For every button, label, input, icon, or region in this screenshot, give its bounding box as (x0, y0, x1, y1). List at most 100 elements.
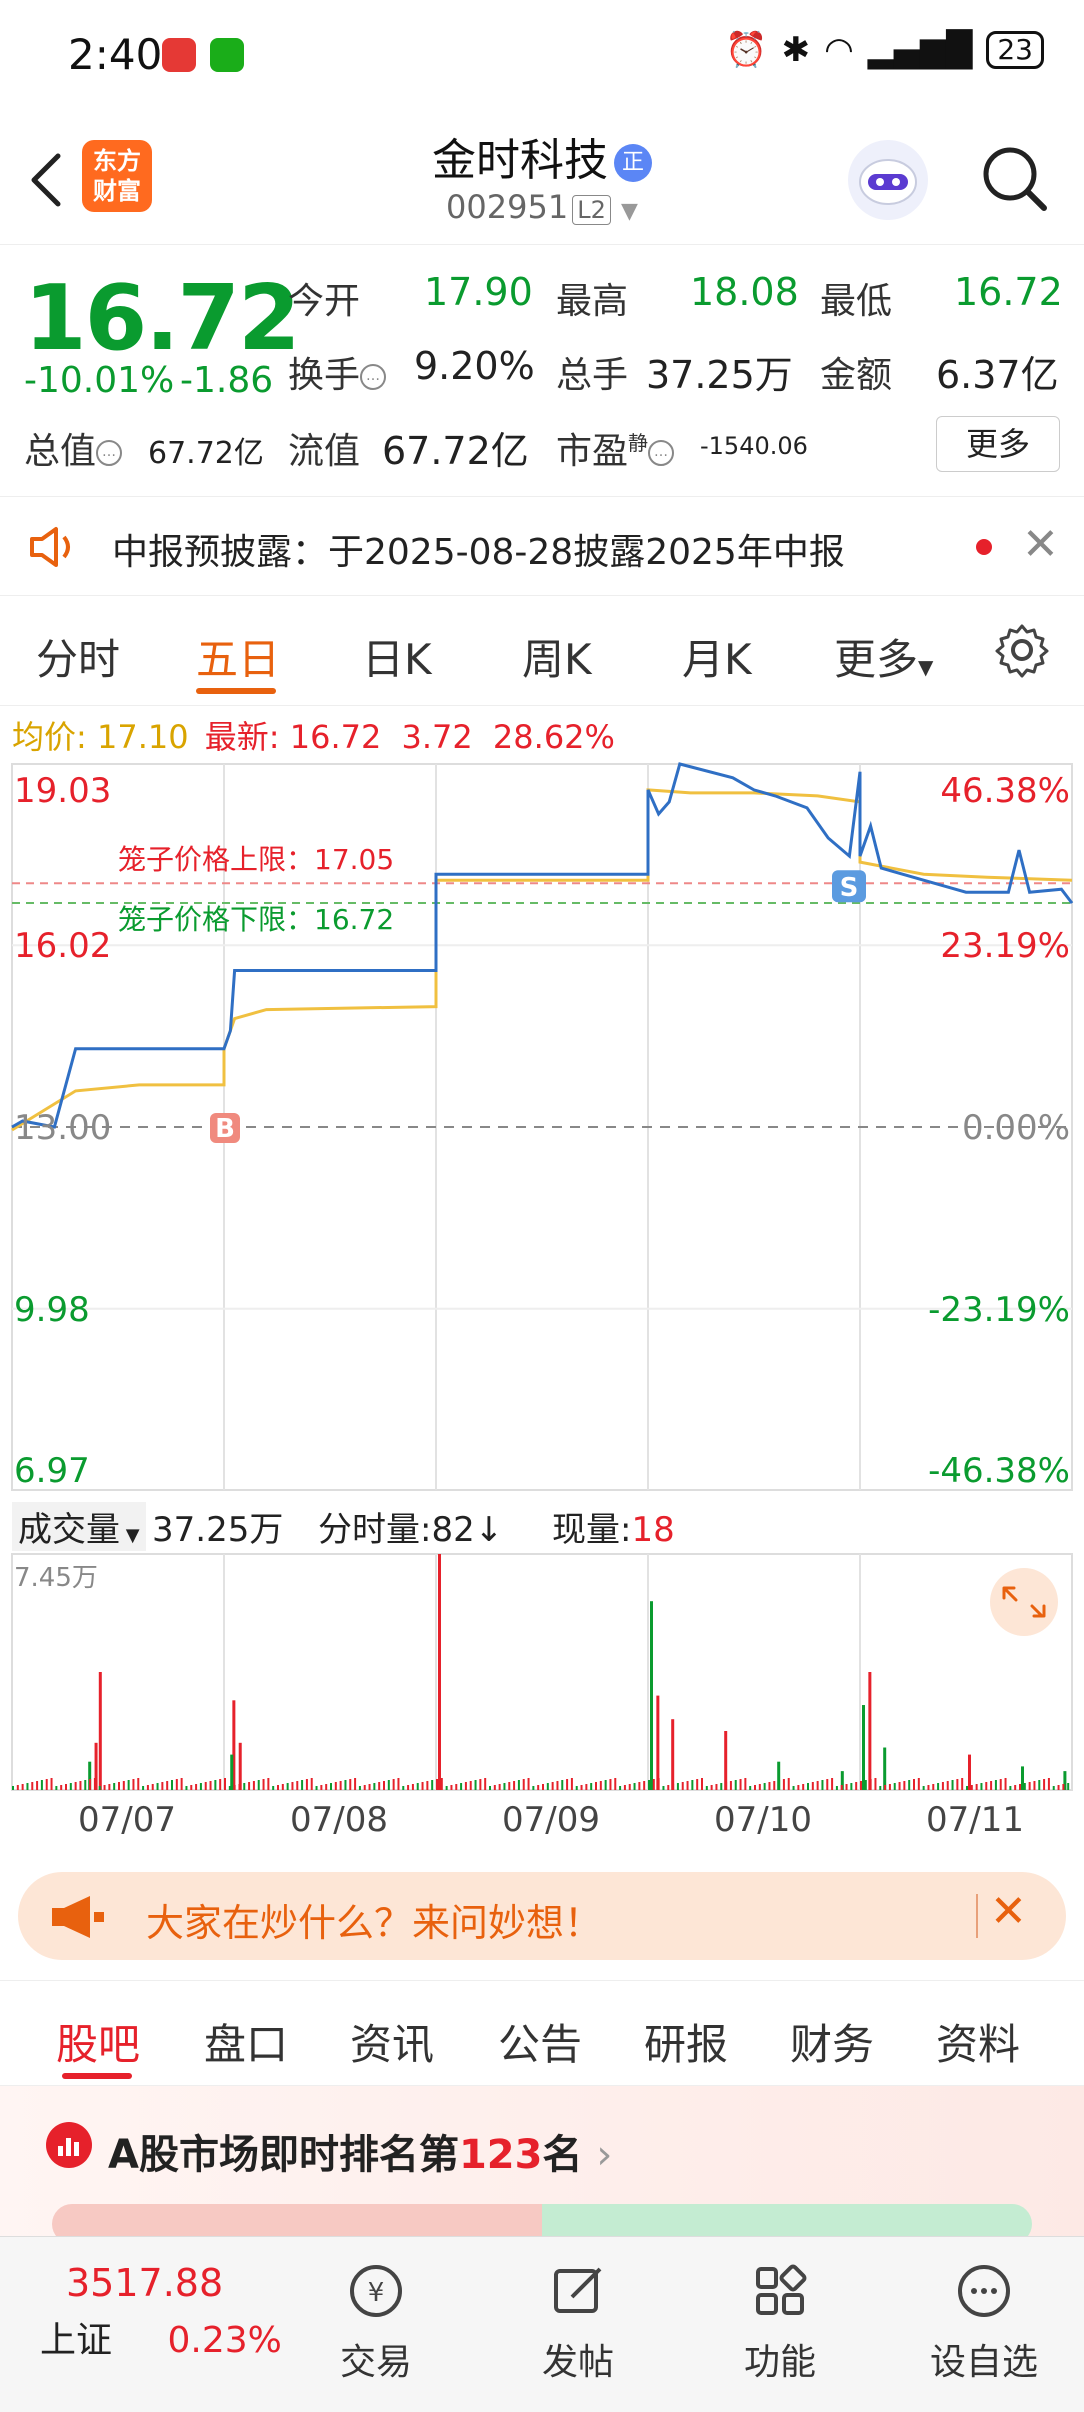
five-day-price-chart[interactable]: BS 笼子价格上限：17.05笼子价格下限：16.7219.03 46.38%16… (0, 762, 1084, 1492)
close-icon[interactable]: ✕ (990, 1886, 1027, 1937)
volume-bar (614, 1778, 617, 1790)
volume-bar (855, 1782, 858, 1790)
tab-more[interactable]: 更多▼ (834, 626, 933, 687)
tab-news[interactable]: 资讯 (350, 2011, 434, 2072)
nav-trade[interactable]: ¥ 交易 (296, 2237, 456, 2412)
float-value: 67.72亿 (382, 429, 529, 473)
tab-monthly-k[interactable]: 月K (682, 626, 752, 687)
volume-bar (648, 1780, 650, 1790)
info-icon[interactable]: … (96, 440, 123, 466)
volume-bar (835, 1786, 838, 1790)
close-icon[interactable]: ✕ (1022, 519, 1059, 570)
notice-text: 中报预披露：于2025-08-28披露2025年中报 (112, 532, 845, 573)
nav-add-watchlist[interactable]: 设自选 (904, 2237, 1064, 2412)
status-bar: 2:40 ⏰ ✱ ◠ ▂▄▆█ 23 (0, 0, 1084, 110)
volume-bar (840, 1785, 843, 1790)
volume-bar (98, 1672, 102, 1790)
market-rank-card[interactable]: A股市场即时排名第123名 › (0, 2086, 1084, 2244)
tab-forum[interactable]: 股吧 (56, 2011, 140, 2072)
volume-bar (214, 1780, 217, 1790)
volume-selector[interactable]: 成交量 ▼ (12, 1502, 146, 1551)
signal-icon: ▂▄▆█ (867, 30, 973, 70)
volume-bar (243, 1783, 246, 1790)
search-icon[interactable] (980, 144, 1050, 214)
active-tab-indicator (196, 688, 276, 694)
megaphone-icon (52, 1896, 104, 1938)
tab-announcements[interactable]: 公告 (498, 2011, 582, 2072)
cage-lower-label: 笼子价格下限：16.72 (118, 903, 394, 936)
volume-bar (493, 1785, 496, 1790)
nav-functions[interactable]: 功能 (700, 2237, 860, 2412)
tab-daily-k[interactable]: 日K (362, 626, 432, 687)
quote-panel: 16.72 -10.01% -1.86 今开 17.90 最高 18.08 最低… (0, 246, 1084, 494)
tab-research[interactable]: 研报 (644, 2011, 728, 2072)
volume-bar (1067, 1783, 1070, 1790)
y-axis-label: 6.97 (14, 1451, 90, 1491)
tab-finance[interactable]: 财务 (790, 2011, 874, 2072)
nav-post[interactable]: 发帖 (498, 2237, 658, 2412)
high-value: 18.08 (690, 270, 799, 314)
volume-bar (782, 1779, 785, 1790)
volume-bar (1043, 1779, 1046, 1790)
volume-bar (999, 1779, 1002, 1790)
volume-bar (968, 1754, 971, 1790)
info-icon[interactable]: … (360, 364, 387, 390)
volume-bar (590, 1783, 593, 1790)
battery-icon: 23 (986, 31, 1044, 69)
volume-bar (980, 1783, 983, 1790)
ai-promo-banner[interactable]: 大家在炒什么？来问妙想！ ✕ (18, 1872, 1066, 1960)
tab-five-day[interactable]: 五日 (196, 626, 280, 687)
more-button[interactable]: 更多 (936, 416, 1060, 472)
settings-gear-icon[interactable] (994, 622, 1050, 678)
volume-bar (233, 1785, 236, 1790)
volume-bar (36, 1781, 39, 1790)
volume-bar (701, 1778, 703, 1790)
volume-bar (368, 1784, 371, 1790)
volume-bar (662, 1786, 665, 1790)
assistant-robot-icon[interactable] (848, 140, 928, 220)
last-price: 16.72 (24, 266, 301, 371)
volume-bar (522, 1779, 525, 1790)
volume-bar (402, 1786, 405, 1790)
volume-bar (599, 1781, 602, 1790)
y-axis-label: 16.02 (14, 926, 111, 966)
volume-bar (1009, 1786, 1012, 1790)
y-axis-pct-label: -23.19% (928, 1290, 1070, 1330)
change-percent: -10.01% (24, 360, 175, 401)
volume-bar (903, 1781, 906, 1790)
volume-max-label: 7.45万 (14, 1563, 98, 1593)
tab-profile[interactable]: 资料 (936, 2011, 1020, 2072)
volume-bar (166, 1781, 169, 1790)
latest-value: 16.72 (289, 718, 382, 756)
index-widget[interactable]: 3517.88 上证 0.23% (40, 2261, 282, 2363)
tab-intraday[interactable]: 分时 (36, 626, 120, 687)
more-icon (958, 2265, 1010, 2317)
volume-bar (792, 1786, 795, 1790)
volume-bar (604, 1780, 607, 1790)
volume-chart[interactable]: 7.45万 (0, 1552, 1084, 1792)
tab-weekly-k[interactable]: 周K (522, 626, 592, 687)
volume-bar (113, 1783, 116, 1790)
sell-marker-label: S (840, 873, 859, 903)
volume-bar (710, 1785, 713, 1790)
chart-series: BS (11, 762, 1074, 1144)
volume-bar (517, 1780, 520, 1790)
expand-icon[interactable] (990, 1568, 1058, 1636)
notice-bar[interactable]: 中报预披露：于2025-08-28披露2025年中报 ✕ (0, 496, 1084, 596)
volume-bar (421, 1782, 424, 1790)
mktcap-label: 总值… (24, 422, 123, 474)
volume-bar (652, 1779, 655, 1790)
volume-bar (440, 1778, 443, 1790)
volume-bar (860, 1781, 862, 1790)
info-tabs: 股吧 盘口 资讯 公告 研报 财务 资料 (0, 1980, 1084, 2086)
caret-down-icon: ▼ (918, 655, 934, 679)
volume-bar (966, 1786, 968, 1790)
volume-bar (60, 1785, 63, 1790)
volume-bar (546, 1783, 549, 1790)
tab-orderbook[interactable]: 盘口 (204, 2011, 288, 2072)
volume-bar (898, 1782, 901, 1790)
volume-bar (325, 1784, 328, 1790)
volume-bar (171, 1780, 173, 1790)
info-icon[interactable]: … (648, 440, 675, 466)
volume-bar (527, 1778, 530, 1790)
